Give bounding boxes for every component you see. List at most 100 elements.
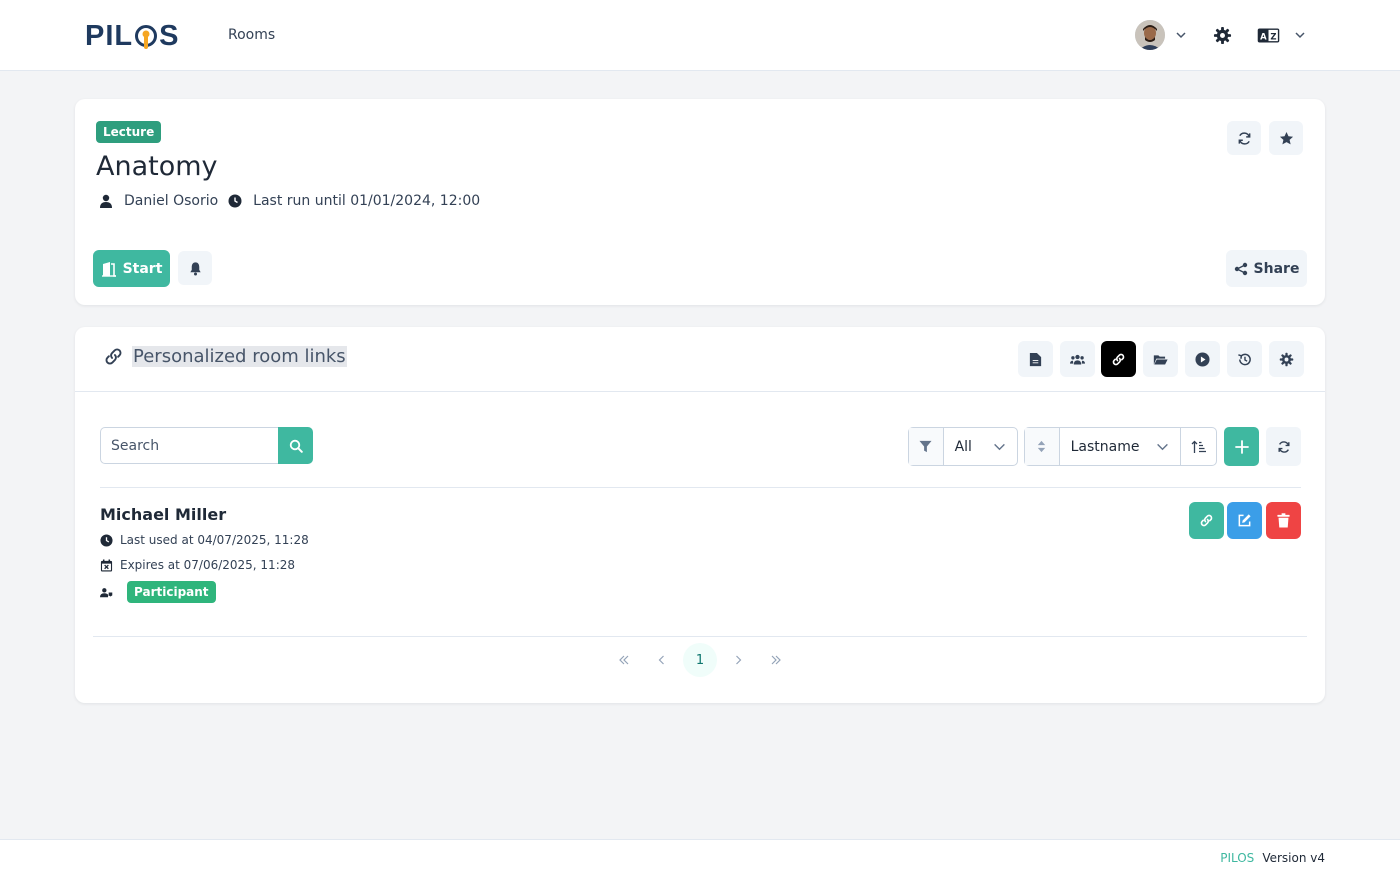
delete-link-button[interactable] xyxy=(1266,502,1301,539)
tab-files[interactable] xyxy=(1018,341,1053,377)
room-header-card: Lecture Anatomy Daniel Osorio Last run u… xyxy=(75,99,1325,305)
tab-history[interactable] xyxy=(1227,341,1262,377)
logo-text-left: PIL xyxy=(85,20,134,52)
tab-personalized-links[interactable] xyxy=(1101,341,1136,377)
room-title: Anatomy xyxy=(96,151,218,182)
start-room-button[interactable]: Start xyxy=(93,250,170,287)
last-page-button[interactable] xyxy=(759,643,793,677)
star-icon xyxy=(1279,131,1294,146)
copy-link-button[interactable] xyxy=(1189,502,1224,539)
link-icon xyxy=(1111,352,1126,367)
reload-links-button[interactable] xyxy=(1266,427,1301,466)
room-owner: Daniel Osorio xyxy=(124,193,219,209)
tab-members[interactable] xyxy=(1060,341,1095,377)
links-section-title: Personalized room links xyxy=(103,346,347,367)
next-page-button[interactable] xyxy=(721,643,755,677)
search-icon xyxy=(289,439,303,453)
trash-icon xyxy=(1276,513,1291,528)
bell-icon xyxy=(188,261,203,276)
tab-settings[interactable] xyxy=(1269,341,1304,377)
search-group xyxy=(100,427,313,464)
users-icon xyxy=(1070,352,1085,367)
notify-button[interactable] xyxy=(178,251,212,285)
avatar xyxy=(1135,20,1165,50)
sort-group: Lastname xyxy=(1024,427,1217,466)
page-footer: PILOS Version v4 xyxy=(0,839,1400,875)
chevron-down-icon xyxy=(1294,29,1306,41)
room-last-run: Last run until 01/01/2024, 12:00 xyxy=(253,193,481,209)
calendar-x-icon xyxy=(100,558,120,572)
expires-text: Expires at 07/06/2025, 11:28 xyxy=(120,558,296,572)
svg-text:A: A xyxy=(1260,31,1267,41)
link-icon xyxy=(103,346,132,367)
gear-icon xyxy=(1279,352,1294,367)
links-title-text: Personalized room links xyxy=(132,346,347,367)
share-icon xyxy=(1234,262,1254,276)
clock-icon xyxy=(100,533,120,547)
pilos-logo[interactable]: PIL S xyxy=(85,20,179,53)
search-input[interactable] xyxy=(100,427,278,464)
share-button[interactable]: Share xyxy=(1226,250,1307,287)
filter-group: All xyxy=(908,427,1018,466)
expires-row: Expires at 07/06/2025, 11:28 xyxy=(100,558,295,572)
sort-select[interactable]: Lastname xyxy=(1060,428,1181,465)
filter-value: All xyxy=(954,438,972,455)
language-icon: A Z xyxy=(1257,27,1280,43)
chevron-down-icon xyxy=(1156,440,1169,453)
room-type-tag: Lecture xyxy=(96,121,162,143)
reload-room-button[interactable] xyxy=(1227,121,1261,155)
links-header: Personalized room links xyxy=(75,327,1325,392)
user-menu[interactable] xyxy=(1135,20,1187,50)
edit-link-button[interactable] xyxy=(1227,502,1262,539)
footer-version: PILOS Version v4 xyxy=(1220,851,1325,865)
nav-rooms-link[interactable]: Rooms xyxy=(228,27,275,43)
refresh-icon xyxy=(1237,131,1252,146)
tab-folders[interactable] xyxy=(1143,341,1178,377)
clock-icon xyxy=(228,194,242,208)
chevron-down-icon xyxy=(993,440,1006,453)
history-icon xyxy=(1237,352,1252,367)
chevrons-right-icon xyxy=(770,654,782,666)
user-tag-icon xyxy=(100,586,120,599)
favorite-button[interactable] xyxy=(1269,121,1303,155)
chevron-left-icon xyxy=(656,654,668,666)
start-label: Start xyxy=(122,260,163,277)
link-icon xyxy=(1199,513,1214,528)
plus-icon xyxy=(1234,439,1249,454)
svg-text:Z: Z xyxy=(1270,31,1276,41)
file-icon xyxy=(1028,352,1043,367)
gear-icon xyxy=(1213,26,1232,45)
top-navbar: PIL S Rooms A Z xyxy=(0,0,1400,71)
sort-direction-button[interactable] xyxy=(1181,428,1216,465)
first-page-button[interactable] xyxy=(607,643,641,677)
last-used-row: Last used at 04/07/2025, 11:28 xyxy=(100,533,309,547)
link-owner-name: Michael Miller xyxy=(100,505,227,524)
chevrons-left-icon xyxy=(618,654,630,666)
tab-recordings[interactable] xyxy=(1185,341,1220,377)
sort-value: Lastname xyxy=(1070,438,1140,455)
prev-page-button[interactable] xyxy=(645,643,679,677)
pagination: 1 xyxy=(75,643,1325,677)
footer-brand: PILOS xyxy=(1220,851,1255,865)
search-button[interactable] xyxy=(278,427,313,464)
play-icon xyxy=(1195,351,1210,367)
chevron-down-icon xyxy=(1175,29,1187,41)
room-meta: Daniel Osorio Last run until 01/01/2024,… xyxy=(99,193,480,209)
user-icon xyxy=(99,194,113,208)
logo-o-mark-icon xyxy=(134,23,158,51)
nav-right-controls: A Z xyxy=(1135,20,1306,50)
last-used-text: Last used at 04/07/2025, 11:28 xyxy=(120,533,309,547)
page-button-current[interactable]: 1 xyxy=(683,643,717,677)
folder-icon xyxy=(1153,352,1168,367)
list-divider xyxy=(93,636,1307,637)
room-links-card: Personalized room links Search All Lastn… xyxy=(75,327,1325,703)
theme-settings-button[interactable] xyxy=(1213,26,1232,45)
add-link-button[interactable] xyxy=(1224,427,1259,466)
role-badge: Participant xyxy=(127,581,216,603)
role-row: Participant xyxy=(100,581,216,603)
toolbar-divider xyxy=(100,487,1301,488)
filter-icon xyxy=(909,428,943,465)
filter-select[interactable]: All xyxy=(944,428,1017,465)
edit-icon xyxy=(1237,513,1252,528)
language-menu[interactable]: A Z xyxy=(1257,27,1306,43)
